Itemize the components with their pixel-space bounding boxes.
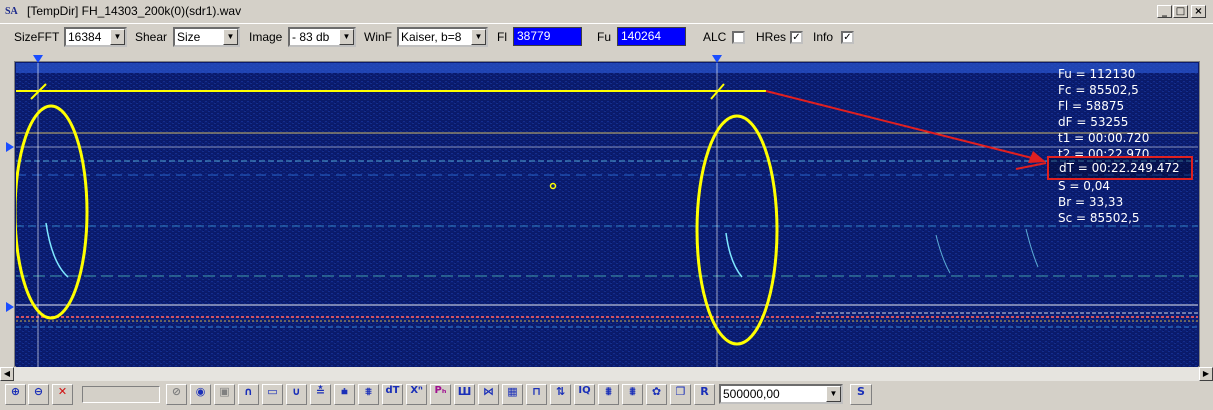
chevron-down-icon[interactable]: ▼ [339, 29, 354, 45]
s-button[interactable]: S [850, 384, 872, 405]
fu-label: Fu [597, 30, 612, 44]
image-select[interactable]: - 83 db ▼ [288, 27, 356, 47]
image-value: - 83 db [292, 30, 330, 44]
chevron-down-icon[interactable]: ▼ [471, 29, 486, 45]
hres-checkbox[interactable]: ✓ [790, 31, 803, 44]
square-icon[interactable]: ▣ [214, 384, 235, 405]
gear-icon[interactable]: ✿ [646, 384, 667, 405]
iq-icon[interactable]: IQ [574, 384, 595, 405]
close-x-icon[interactable]: ✕ [52, 384, 73, 405]
time-marker-end-icon[interactable] [712, 55, 722, 63]
minimize-button[interactable]: _ [1157, 5, 1172, 18]
arrows-icon[interactable]: ⇅ [550, 384, 571, 405]
arc-up-icon[interactable]: ∩ [238, 384, 259, 405]
chevron-down-icon[interactable]: ▼ [110, 29, 125, 45]
close-button[interactable]: × [1191, 5, 1206, 18]
fl-label: Fl [497, 30, 507, 44]
info-t1: t1 = 00:00.720 [1058, 131, 1150, 145]
alc-label: ALC [703, 30, 727, 44]
rectangle-icon[interactable]: ▭ [262, 384, 283, 405]
arc-down-icon[interactable]: ∪ [286, 384, 307, 405]
dt-highlight-box: dT = 00:22.249.472 [1047, 156, 1193, 180]
info-label: Info [813, 30, 834, 44]
copy-icon[interactable]: ❐ [670, 384, 691, 405]
title-bar: SA [TempDir] FH_14303_200k(0)(sdr1).wav … [0, 0, 1213, 24]
info-t2: t2 = 00:22.970 [1058, 147, 1150, 156]
status-box [82, 386, 160, 403]
alc-checkbox[interactable] [732, 31, 745, 44]
ph-icon[interactable]: Pₕ [430, 384, 451, 405]
dt-icon[interactable]: dT [382, 384, 403, 405]
horizontal-scrollbar[interactable]: ◀ ▶ [0, 367, 1213, 381]
chevron-down-icon[interactable]: ▼ [223, 29, 238, 45]
marker-down-icon[interactable]: ⩧ [334, 384, 355, 405]
spectrogram-top-band [16, 63, 1198, 73]
shear-select[interactable]: Size ▼ [173, 27, 240, 47]
maximize-button[interactable]: □ [1173, 5, 1188, 18]
zoom-in-icon[interactable]: ⊕ [5, 384, 26, 405]
info-s: S = 0,04 [1058, 179, 1111, 193]
winf-select[interactable]: Kaiser, b=8 ▼ [397, 27, 488, 47]
chevron-down-icon[interactable]: ▼ [826, 386, 841, 402]
pulse-icon[interactable]: ⊓ [526, 384, 547, 405]
pattern1-icon[interactable]: ⩩ [598, 384, 619, 405]
cross-icon[interactable]: ⋈ [478, 384, 499, 405]
info-fc: Fc = 85502,5 [1058, 83, 1139, 97]
app-icon: SA [5, 6, 18, 17]
winf-label: WinF [364, 30, 392, 44]
freq-marker-upper-icon[interactable] [6, 142, 14, 152]
sizefft-select[interactable]: 16384 ▼ [64, 27, 127, 47]
shear-label: Shear [135, 30, 168, 44]
window-title: [TempDir] FH_14303_200k(0)(sdr1).wav [27, 4, 242, 18]
scroll-right-icon[interactable]: ▶ [1199, 367, 1213, 381]
scroll-track[interactable] [14, 367, 1201, 381]
grid-icon[interactable]: ▦ [502, 384, 523, 405]
fl-field[interactable]: 38779 [513, 27, 582, 46]
info-br: Br = 33,33 [1058, 195, 1124, 209]
pattern2-icon[interactable]: ⩩ [622, 384, 643, 405]
r-icon[interactable]: R [694, 384, 715, 405]
bottom-toolbar: ⊕ ⊖ ✕ ⊘ ◉ ▣ ∩ ▭ ∪ ≛ ⩧ ⩨ dT Xⁿ Pₕ Ш ⋈ ▦ ⊓… [0, 381, 1213, 410]
rate-select[interactable]: 500000,00 ▼ [719, 384, 843, 404]
info-overlay: Fu = 112130 Fc = 85502,5 Fl = 58875 dF =… [1058, 66, 1196, 226]
fu-field[interactable]: 140264 [617, 27, 686, 46]
info-df: dF = 53255 [1058, 115, 1129, 129]
freq-marker-lower-icon[interactable] [6, 302, 14, 312]
bars-icon[interactable]: Ш [454, 384, 475, 405]
sizefft-label: SizeFFT [14, 30, 60, 44]
rate-value: 500000,00 [723, 387, 780, 401]
spectrogram[interactable] [16, 63, 1198, 367]
time-marker-start-icon[interactable] [33, 55, 43, 63]
info-sc: Sc = 85502,5 [1058, 211, 1140, 225]
zoom-out-icon[interactable]: ⊖ [28, 384, 49, 405]
disabled-icon[interactable]: ⊘ [166, 384, 187, 405]
speaker-icon[interactable]: ◉ [190, 384, 211, 405]
tree-icon[interactable]: ≛ [310, 384, 331, 405]
top-toolbar: SizeFFT 16384 ▼ Shear Size ▼ Image - 83 … [0, 25, 1213, 51]
info-fu: Fu = 112130 [1058, 67, 1136, 81]
image-label: Image [249, 30, 283, 44]
info-fl: Fl = 58875 [1058, 99, 1125, 113]
info-checkbox[interactable]: ✓ [841, 31, 854, 44]
winf-value: Kaiser, b=8 [401, 30, 462, 44]
double-marker-icon[interactable]: ⩨ [358, 384, 379, 405]
sizefft-value: 16384 [68, 30, 102, 44]
xn-icon[interactable]: Xⁿ [406, 384, 427, 405]
shear-value: Size [177, 30, 201, 44]
hres-label: HRes [756, 30, 787, 44]
scroll-left-icon[interactable]: ◀ [0, 367, 14, 381]
